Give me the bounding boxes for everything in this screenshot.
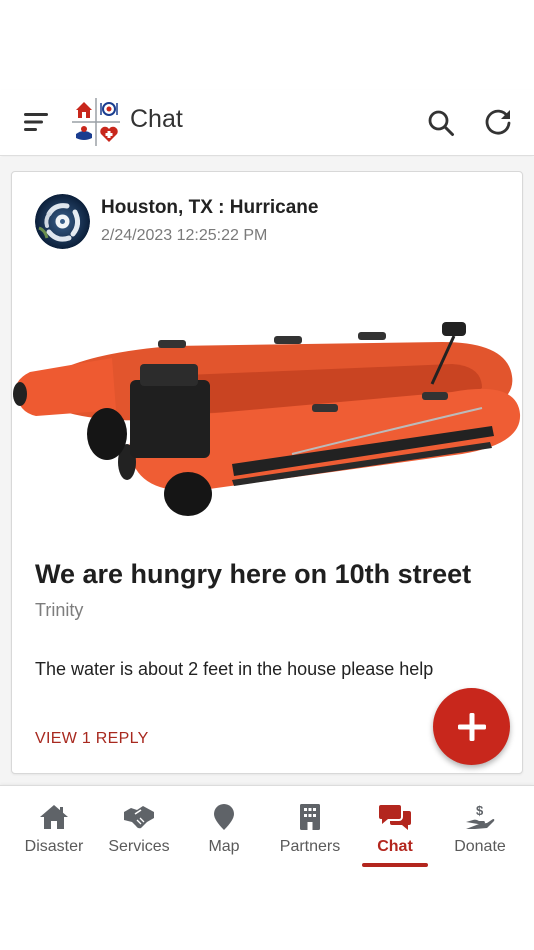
page-title: Chat	[130, 105, 183, 133]
hurricane-avatar	[35, 194, 90, 249]
nav-item-donate[interactable]: $ Donate	[437, 786, 523, 868]
post-body: The water is about 2 feet in the house p…	[35, 659, 434, 679]
home-icon	[38, 802, 70, 832]
post-title: We are hungry here on 10th street	[35, 559, 472, 589]
post-card[interactable]: Houston, TX : Hurricane 2/24/2023 12:25:…	[11, 171, 523, 774]
map-pin-icon	[208, 802, 240, 832]
donate-icon: $	[464, 802, 496, 832]
bottom-safe-area	[0, 867, 534, 950]
menu-icon[interactable]	[18, 104, 54, 140]
building-icon	[294, 802, 326, 832]
nav-label-disaster: Disaster	[24, 838, 84, 855]
svg-text:$: $	[476, 803, 484, 818]
nav-label-map: Map	[208, 838, 240, 855]
post-image-inflatable-boat[interactable]	[12, 284, 524, 524]
nav-label-partners: Partners	[279, 838, 341, 855]
nav-item-chat[interactable]: Chat	[352, 786, 438, 868]
nav-item-disaster[interactable]: Disaster	[11, 786, 97, 868]
nav-label-donate: Donate	[454, 838, 506, 855]
nav-item-services[interactable]: Services	[96, 786, 182, 868]
nav-item-partners[interactable]: Partners	[267, 786, 353, 868]
handshake-icon	[123, 802, 155, 832]
refresh-icon[interactable]	[478, 102, 518, 142]
chat-icon	[379, 802, 411, 832]
app-bar: Chat	[0, 90, 534, 156]
bottom-navigation: Disaster Services Map Partners Chat $ Do…	[0, 785, 534, 867]
search-icon[interactable]	[422, 104, 460, 142]
app-logo	[70, 96, 122, 148]
nav-item-map[interactable]: Map	[181, 786, 267, 868]
add-post-button[interactable]	[433, 688, 510, 765]
nav-label-chat: Chat	[377, 838, 413, 855]
nav-label-services: Services	[108, 838, 170, 855]
post-author: Trinity	[35, 600, 84, 620]
status-bar-area	[0, 0, 534, 90]
plus-icon	[457, 712, 486, 741]
disaster-location-title: Houston, TX : Hurricane	[101, 197, 319, 218]
post-timestamp: 2/24/2023 12:25:22 PM	[101, 227, 268, 244]
view-replies-link[interactable]: VIEW 1 REPLY	[35, 730, 149, 748]
